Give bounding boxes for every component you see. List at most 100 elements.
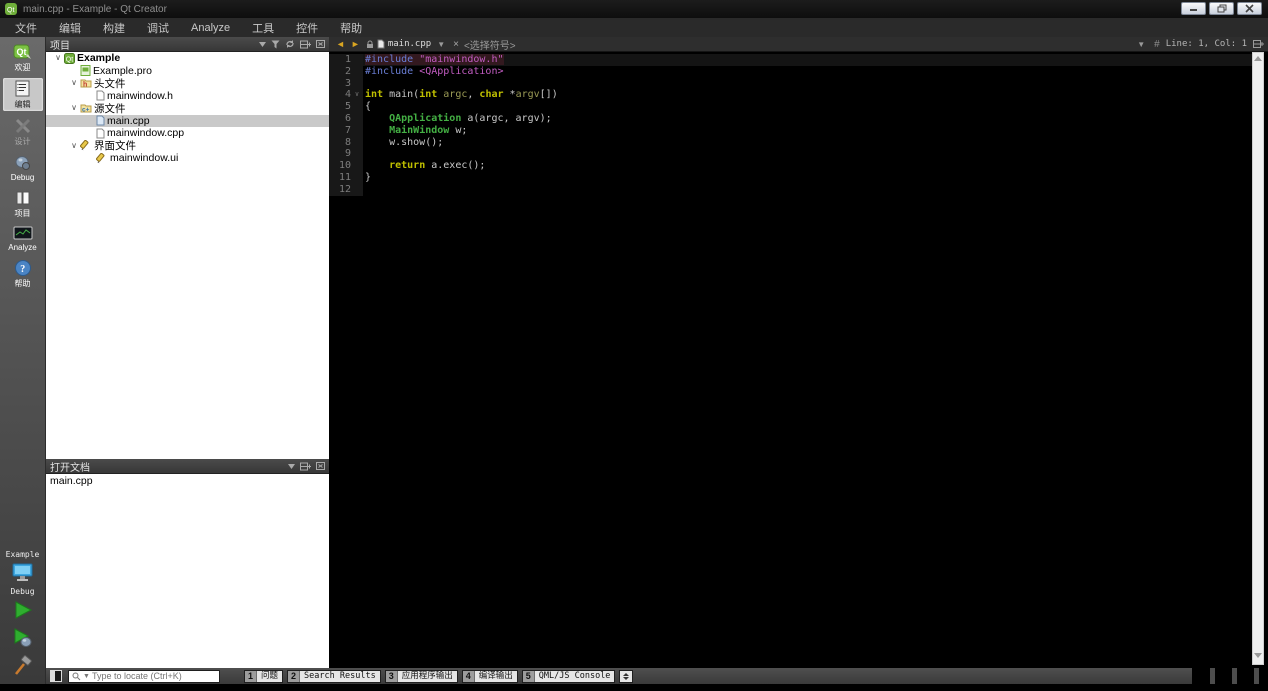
close-panel-icon[interactable] [316,40,325,48]
output-pane-2[interactable]: 2 Search Results [287,669,381,683]
debug-mode-icon [14,154,32,172]
kit-project-label: Example [5,550,40,559]
line-number: 6 [329,112,351,125]
plain-file-icon [96,90,105,101]
svg-text:Qt: Qt [16,47,26,57]
close-document-icon[interactable]: × [448,39,464,50]
menu-item-2[interactable]: 构建 [92,18,136,38]
restore-button[interactable] [1209,2,1234,15]
code-line-10: 10 return a.exec(); [329,160,1252,172]
editor-scrollbar[interactable] [1252,52,1264,665]
symbol-selector[interactable]: <选择符号> [464,37,516,52]
sync-with-editor-icon[interactable] [285,39,295,49]
tree-item-main-cpp[interactable]: main.cpp [46,114,329,127]
design-mode-icon [14,117,32,135]
taskbar-fragment [1192,668,1268,691]
split-editor-icon[interactable] [1253,39,1264,49]
menu-item-7[interactable]: 帮助 [329,18,373,38]
pane-label: Search Results [300,670,380,682]
tree-item-mainwindow-cpp[interactable]: mainwindow.cpp [46,127,329,140]
chevron-down-icon[interactable]: ∨ [68,102,80,114]
kit-selector-button[interactable] [11,562,35,584]
open-file-selector[interactable]: main.cpp [388,39,431,49]
bottom-edge [0,684,1192,691]
tree-item-头文件[interactable]: ∨ h 头文件 [46,77,329,90]
code-line-6: 6 QApplication a(argc, argv); [329,112,1252,125]
build-button[interactable] [12,655,34,677]
line-number: 4 [329,89,351,102]
tree-item-label: 头文件 [94,77,126,90]
menu-item-3[interactable]: 调试 [136,18,180,38]
tree-item-label: 界面文件 [94,140,136,153]
mode-help-mode[interactable]: ? 帮助 [3,257,43,290]
pane-label: QML/JS Console [534,670,615,682]
locator[interactable]: ▼ [68,669,220,683]
tree-item-mainwindow-ui[interactable]: mainwindow.ui [46,152,329,165]
locator-dropdown-icon[interactable]: ▼ [83,673,90,680]
mode-analyze-mode[interactable]: Analyze [3,224,43,253]
tree-item-mainwindow-h[interactable]: mainwindow.h [46,90,329,103]
debug-run-button[interactable] [12,627,34,649]
chevron-down-icon[interactable]: ∨ [68,140,80,152]
fold-column [351,124,363,137]
menu-item-0[interactable]: 文件 [4,18,48,38]
pane-updown-button[interactable] [619,669,634,683]
line-number: 9 [329,148,351,161]
code-editor[interactable]: 1 #include "mainwindow.h" 2 #include <QAppl… [329,52,1252,668]
mode-projects-mode[interactable]: 项目 [3,187,43,220]
mode-label: Debug [10,173,35,182]
mode-debug-mode[interactable]: Debug [3,152,43,183]
mode-edit-mode[interactable]: 编辑 [2,78,43,111]
code-text: } [365,171,372,183]
code-text: w.show(); [365,136,444,148]
menu-item-1[interactable]: 编辑 [48,18,92,38]
code-line-8: 8 w.show(); [329,136,1252,149]
close-panel-icon[interactable] [316,462,325,470]
fold-column [351,112,363,125]
go-forward-icon[interactable]: ► [348,39,363,49]
panel-dropdown-icon[interactable] [259,41,266,47]
build-icon [12,655,34,677]
fold-marker-icon[interactable]: ∨ [351,89,363,102]
chevron-down-icon[interactable]: ∨ [68,77,80,89]
output-pane-1[interactable]: 1 问题 [244,669,284,683]
pane-label: 应用程序输出 [397,670,457,682]
scroll-up-icon[interactable] [1254,56,1262,61]
scroll-down-icon[interactable] [1254,653,1262,658]
mode-design-mode[interactable]: 设计 [3,115,43,148]
tree-item-源文件[interactable]: ∨ c+ 源文件 [46,102,329,115]
go-back-icon[interactable]: ◄ [333,39,348,49]
output-pane-4[interactable]: 4 编译输出 [461,669,518,683]
chevron-down-icon[interactable]: ∨ [52,52,64,64]
run-icon [12,599,34,621]
output-pane-3[interactable]: 3 应用程序输出 [384,669,458,683]
menu-item-6[interactable]: 控件 [285,18,329,38]
file-dropdown-icon[interactable]: ▼ [434,40,448,49]
projects-panel-header: 项目 [46,37,329,52]
tree-item-Example-pro[interactable]: Example.pro [46,65,329,78]
minimize-button[interactable] [1181,2,1206,15]
panel-dropdown-icon[interactable] [288,463,295,469]
locator-input[interactable] [91,671,210,681]
code-text: MainWindow w; [389,124,468,136]
tree-item-Example[interactable]: ∨ Qt Example [46,52,329,65]
code-line-11: 11} [329,171,1252,184]
split-panel-icon[interactable] [300,462,311,471]
mode-welcome-qt[interactable]: Qt 欢迎 [3,41,43,74]
menu-item-4[interactable]: Analyze [180,20,241,36]
split-panel-icon[interactable] [300,40,311,49]
open-document-item[interactable]: main.cpp [46,474,329,487]
output-pane-5[interactable]: 5 QML/JS Console [521,669,616,683]
close-button[interactable] [1237,2,1262,15]
svg-text:Qt: Qt [7,7,14,14]
toggle-sidebar-icon[interactable] [50,670,62,682]
line-number: 5 [329,101,351,113]
menu-item-5[interactable]: 工具 [241,18,285,38]
symbol-dropdown-icon[interactable]: ▼ [1134,40,1148,49]
run-button[interactable] [12,599,34,621]
tree-item-界面文件[interactable]: ∨ 界面文件 [46,140,329,153]
filter-icon[interactable] [271,40,280,49]
